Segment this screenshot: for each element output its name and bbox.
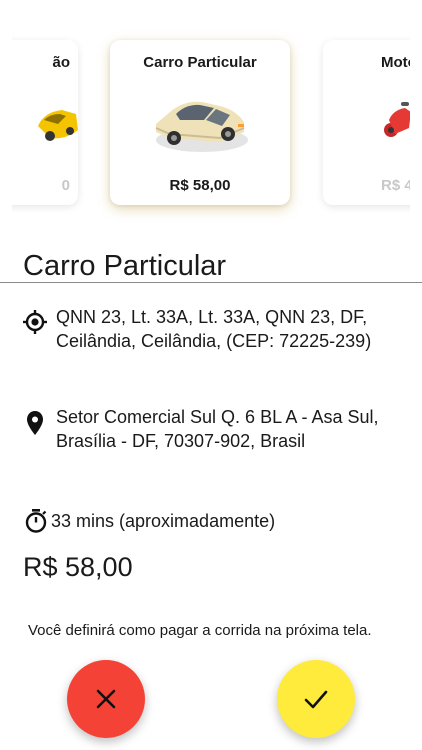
vehicle-card-price: R$ 4: [381, 177, 413, 194]
origin-address-row: QNN 23, Lt. 33A, Lt. 33A, QNN 23, DF, Ce…: [22, 305, 406, 353]
check-icon: [304, 690, 328, 709]
taxi-icon: [38, 110, 78, 141]
carousel-edge: [410, 0, 422, 230]
vehicle-card-title: ão: [52, 54, 70, 71]
confirm-button[interactable]: [277, 660, 355, 738]
vehicle-carousel[interactable]: ão 0 Carro Particular R$ 58,00 Moto R$ 4: [0, 0, 422, 230]
selected-vehicle-title: Carro Particular: [23, 250, 227, 282]
cancel-button[interactable]: [67, 660, 145, 738]
vehicle-card-price: R$ 58,00: [169, 177, 231, 194]
gps-crosshair-icon: [23, 310, 47, 334]
payment-note: Você definirá como pagar a corrida na pr…: [28, 622, 372, 639]
car-icon: [155, 101, 248, 152]
duration-estimate: 33 mins (aproximadamente): [51, 510, 276, 531]
vehicle-card-moto[interactable]: Moto R$ 4: [323, 40, 422, 205]
carousel-edge: [0, 0, 12, 230]
duration-row: 33 mins (aproximadamente): [23, 508, 275, 534]
ride-price: R$ 58,00: [23, 552, 133, 582]
vehicle-card-private-car[interactable]: Carro Particular R$ 58,00: [110, 40, 290, 205]
divider: [0, 282, 422, 283]
origin-address: QNN 23, Lt. 33A, Lt. 33A, QNN 23, DF, Ce…: [56, 307, 372, 351]
destination-address-row: Setor Comercial Sul Q. 6 BL A - Asa Sul,…: [22, 405, 406, 453]
destination-address: Setor Comercial Sul Q. 6 BL A - Asa Sul,…: [56, 407, 379, 451]
close-icon: [96, 689, 116, 709]
stopwatch-icon: [25, 509, 47, 533]
vehicle-card-price: 0: [61, 177, 70, 194]
motorcycle-icon: [384, 102, 411, 137]
map-pin-icon: [27, 411, 43, 435]
vehicle-card-title: Carro Particular: [143, 54, 257, 71]
